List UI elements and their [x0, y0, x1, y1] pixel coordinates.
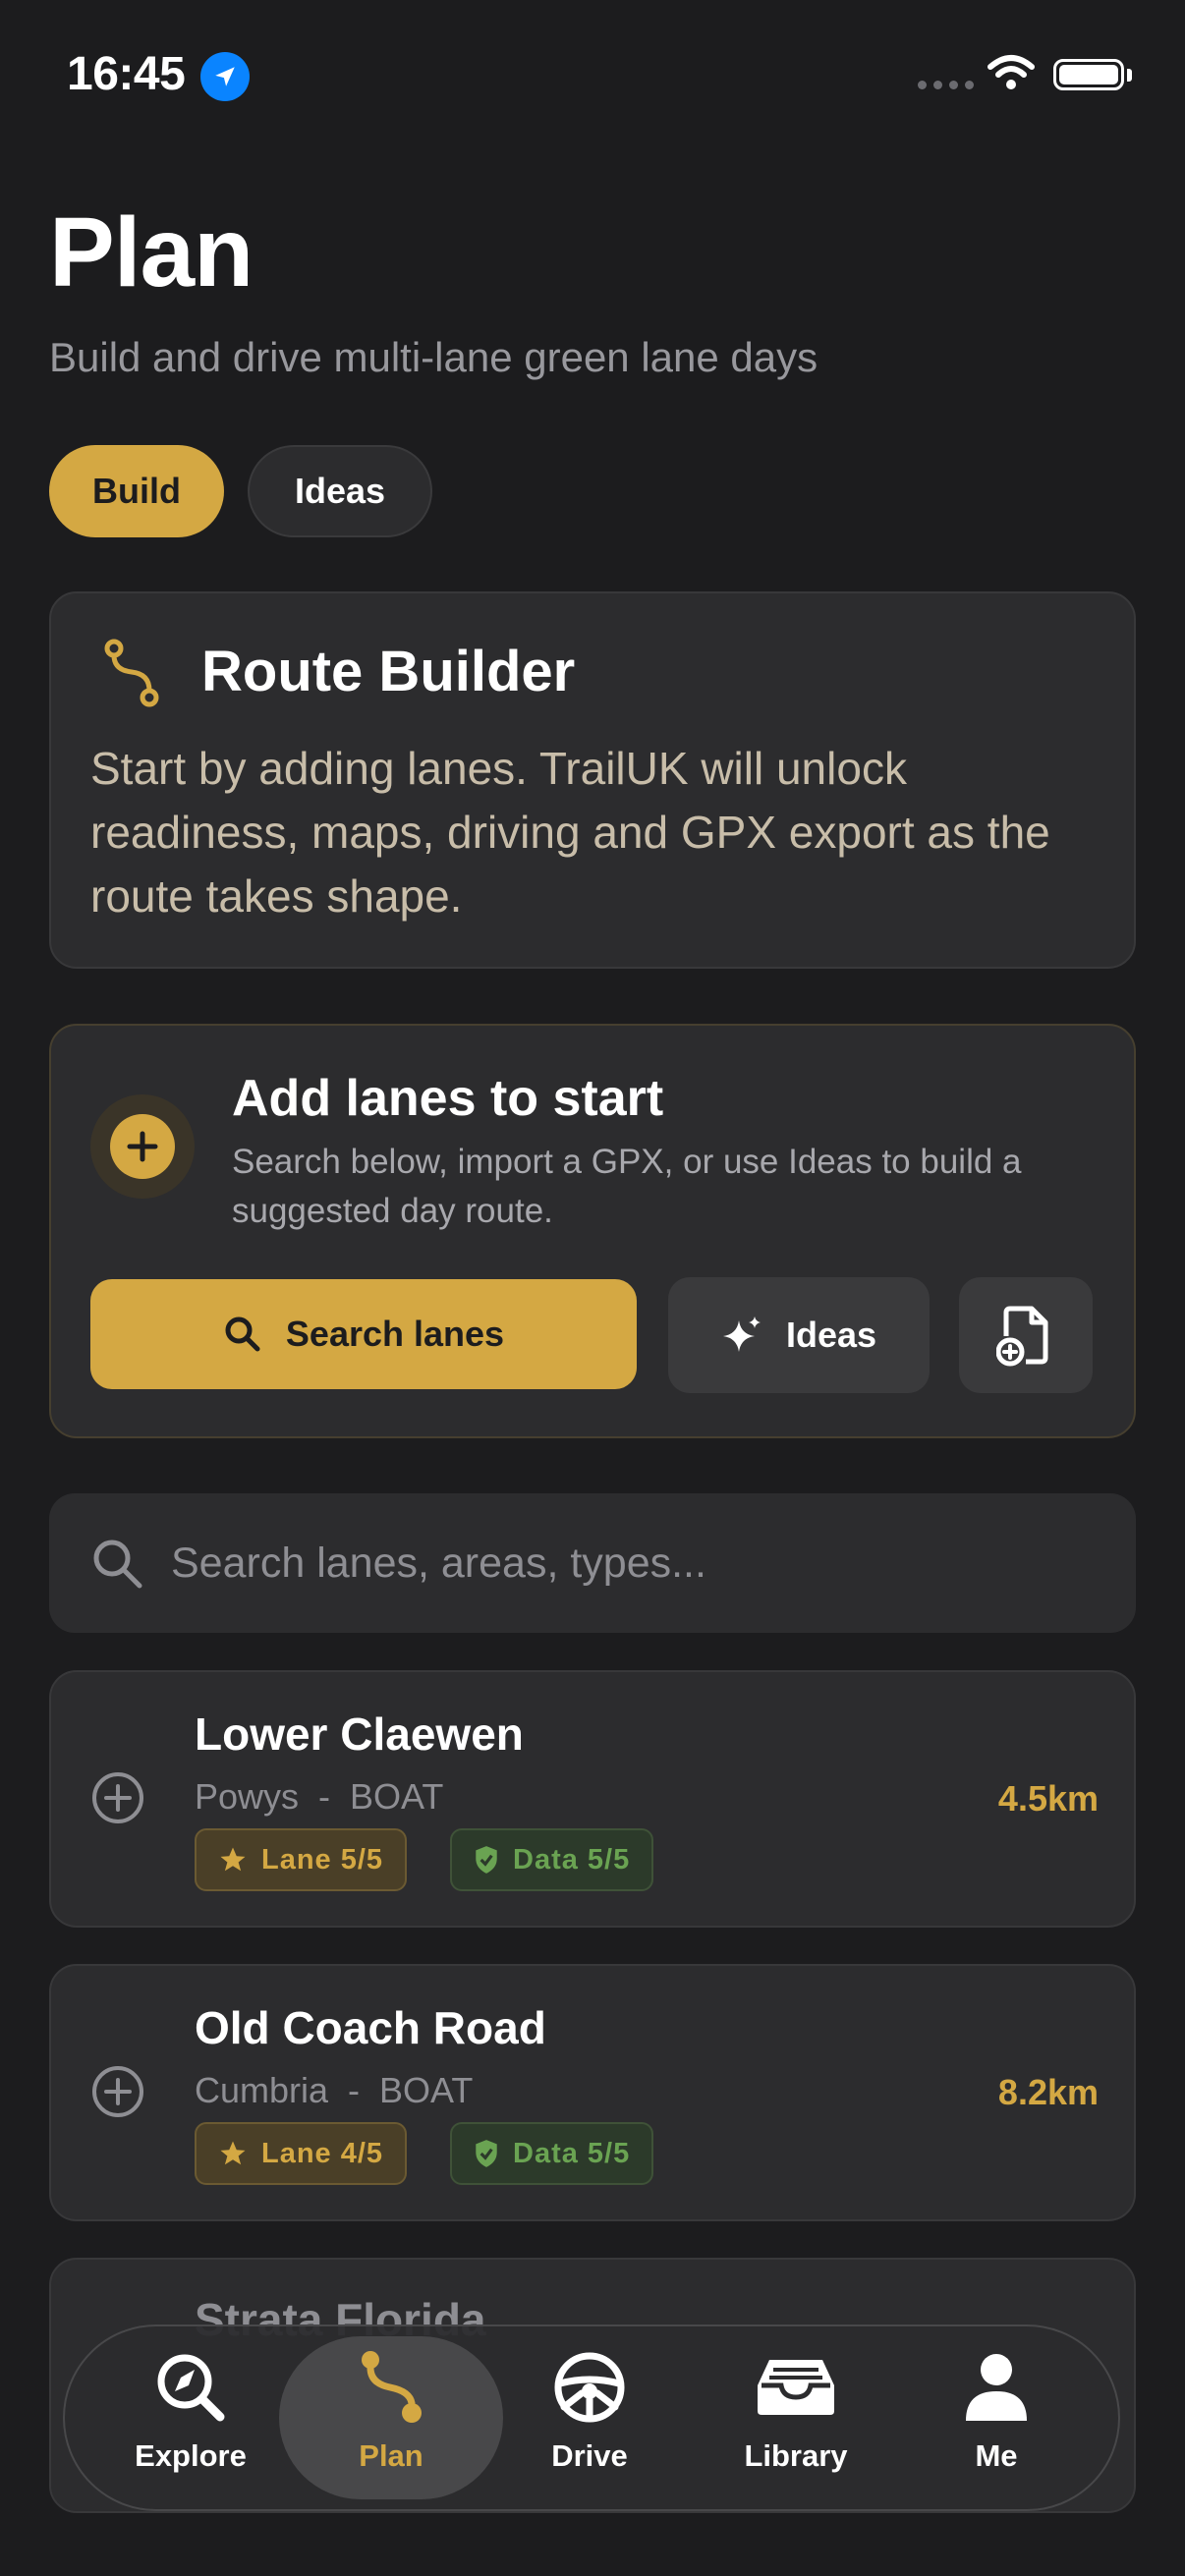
tab-library-label: Library — [744, 2438, 848, 2473]
tab-drive[interactable]: Drive — [491, 2336, 688, 2499]
add-lanes-body: Search below, import a GPX, or use Ideas… — [232, 1143, 1022, 1230]
data-rating-label: Data 5/5 — [513, 2137, 631, 2169]
add-lanes-icon — [90, 1094, 195, 1199]
page-title: Plan — [49, 197, 254, 308]
ideas-button-label: Ideas — [785, 1315, 877, 1355]
tab-plan-label: Plan — [359, 2438, 423, 2473]
battery-icon — [1053, 59, 1124, 90]
page-subtitle: Build and drive multi-lane green lane da… — [49, 334, 818, 380]
lane-type: BOAT — [350, 1776, 444, 1817]
star-icon — [220, 1847, 246, 1872]
status-time: 16:45 — [67, 48, 186, 100]
location-icon — [200, 52, 250, 101]
tray-icon — [758, 2360, 834, 2415]
lane-rating-badge: Lane 4/5 — [195, 2122, 408, 2185]
lane-meta: Powys - BOAT — [195, 1776, 444, 1817]
lane-rating-badge: Lane 5/5 — [195, 1828, 408, 1891]
tab-library[interactable]: Library — [698, 2336, 894, 2499]
data-rating-badge: Data 5/5 — [450, 1828, 654, 1891]
segment-ideas[interactable]: Ideas — [248, 445, 432, 537]
star-icon — [220, 2141, 246, 2165]
file-add-icon — [996, 1306, 1048, 1367]
battery-cap — [1127, 69, 1132, 82]
tab-explore[interactable]: Explore — [92, 2336, 289, 2499]
lane-meta: Cumbria - BOAT — [195, 2070, 474, 2110]
search-lanes-label: Search lanes — [285, 1314, 505, 1354]
tab-me-label: Me — [975, 2438, 1018, 2473]
tab-drive-label: Drive — [551, 2438, 628, 2473]
add-lane-button[interactable] — [90, 1770, 145, 1830]
ideas-button[interactable]: Ideas — [668, 1277, 930, 1393]
lane-rating-label: Lane 5/5 — [261, 1843, 384, 1876]
route-icon — [102, 639, 161, 712]
person-icon — [966, 2354, 1027, 2421]
cellular-signal-icon — [918, 81, 974, 89]
route-builder-title: Route Builder — [201, 640, 576, 703]
data-rating-badge: Data 5/5 — [450, 2122, 654, 2185]
explore-icon — [157, 2354, 225, 2422]
tab-me[interactable]: Me — [898, 2336, 1095, 2499]
plus-circle-icon — [92, 1772, 143, 1823]
shield-check-icon — [476, 1846, 497, 1874]
plus-circle-icon — [92, 2066, 143, 2117]
steering-wheel-icon — [554, 2352, 625, 2423]
tab-plan[interactable]: Plan — [279, 2336, 503, 2499]
search-icon — [225, 1316, 260, 1352]
add-lane-button[interactable] — [90, 2064, 145, 2124]
search-lanes-button[interactable]: Search lanes — [90, 1279, 637, 1389]
lane-region: Powys — [195, 1776, 300, 1817]
sparkles-icon — [722, 1316, 761, 1352]
add-lanes-title: Add lanes to start — [232, 1070, 664, 1127]
shield-check-icon — [476, 2140, 497, 2167]
segment-build[interactable]: Build — [49, 445, 224, 537]
tab-explore-label: Explore — [135, 2438, 247, 2473]
import-gpx-button[interactable] — [959, 1277, 1093, 1393]
data-rating-label: Data 5/5 — [513, 1843, 631, 1876]
wifi-icon — [987, 53, 1036, 97]
lane-distance: 4.5km — [997, 1778, 1099, 1819]
route-icon — [362, 2351, 422, 2423]
search-icon — [93, 1540, 142, 1589]
lane-name: Lower Claewen — [195, 1708, 524, 1760]
lane-rating-label: Lane 4/5 — [261, 2137, 384, 2169]
route-builder-body: Start by adding lanes. TrailUK will unlo… — [90, 743, 1050, 922]
search-placeholder: Search lanes, areas, types... — [171, 1539, 706, 1587]
lane-distance: 8.2km — [997, 2072, 1099, 2112]
lane-name: Old Coach Road — [195, 2002, 546, 2053]
lane-type: BOAT — [379, 2070, 474, 2110]
lane-region: Cumbria — [195, 2070, 329, 2110]
search-field[interactable]: Search lanes, areas, types... — [49, 1493, 1136, 1633]
